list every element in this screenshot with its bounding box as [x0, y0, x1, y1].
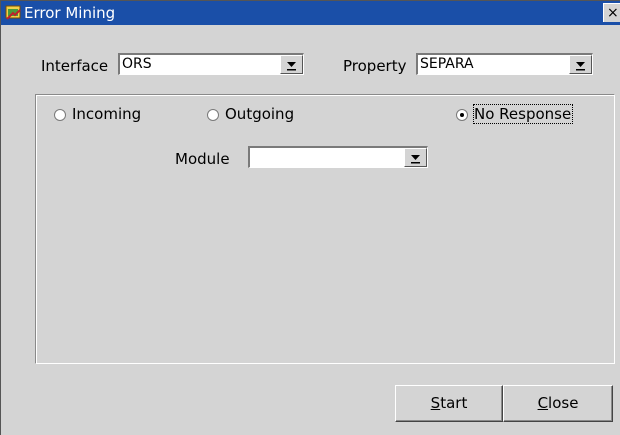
- property-select[interactable]: SEPARA: [416, 53, 593, 75]
- close-label: lose: [548, 394, 579, 412]
- interface-dropdown-button[interactable]: [280, 55, 303, 74]
- module-select[interactable]: [248, 146, 428, 168]
- interface-label: Interface: [41, 57, 109, 75]
- property-value: SEPARA: [420, 56, 474, 72]
- criteria-panel: Incoming Outgoing No Response Module: [35, 94, 615, 364]
- window-close-button[interactable]: ×: [603, 3, 620, 22]
- radio-outgoing-circle[interactable]: [207, 109, 219, 121]
- dropdown-arrow-icon: [411, 155, 420, 164]
- start-button[interactable]: Start: [395, 385, 503, 422]
- start-label: tart: [440, 394, 468, 412]
- radio-incoming-label: Incoming: [72, 105, 142, 123]
- radio-no-response-circle[interactable]: [456, 109, 468, 121]
- radio-no-response-label: No Response: [472, 104, 574, 124]
- property-label: Property: [343, 57, 407, 75]
- dropdown-arrow-icon: [576, 62, 585, 71]
- title-bar: Error Mining ×: [1, 1, 620, 25]
- interface-value: ORS: [122, 56, 152, 72]
- error-mining-window: Error Mining × Interface ORS Property SE…: [0, 0, 620, 435]
- module-dropdown-button[interactable]: [404, 148, 427, 167]
- window-title: Error Mining: [24, 4, 116, 22]
- close-icon: ×: [607, 5, 619, 21]
- property-dropdown-button[interactable]: [569, 55, 592, 74]
- app-window-icon: [5, 4, 22, 21]
- radio-incoming-circle[interactable]: [54, 109, 66, 121]
- close-mnemonic: C: [537, 394, 549, 412]
- radio-outgoing-label: Outgoing: [225, 105, 295, 123]
- dropdown-arrow-icon: [287, 62, 296, 71]
- interface-select[interactable]: ORS: [118, 53, 304, 75]
- close-button[interactable]: Close: [503, 385, 613, 422]
- module-label: Module: [175, 150, 230, 168]
- start-mnemonic: S: [430, 394, 441, 412]
